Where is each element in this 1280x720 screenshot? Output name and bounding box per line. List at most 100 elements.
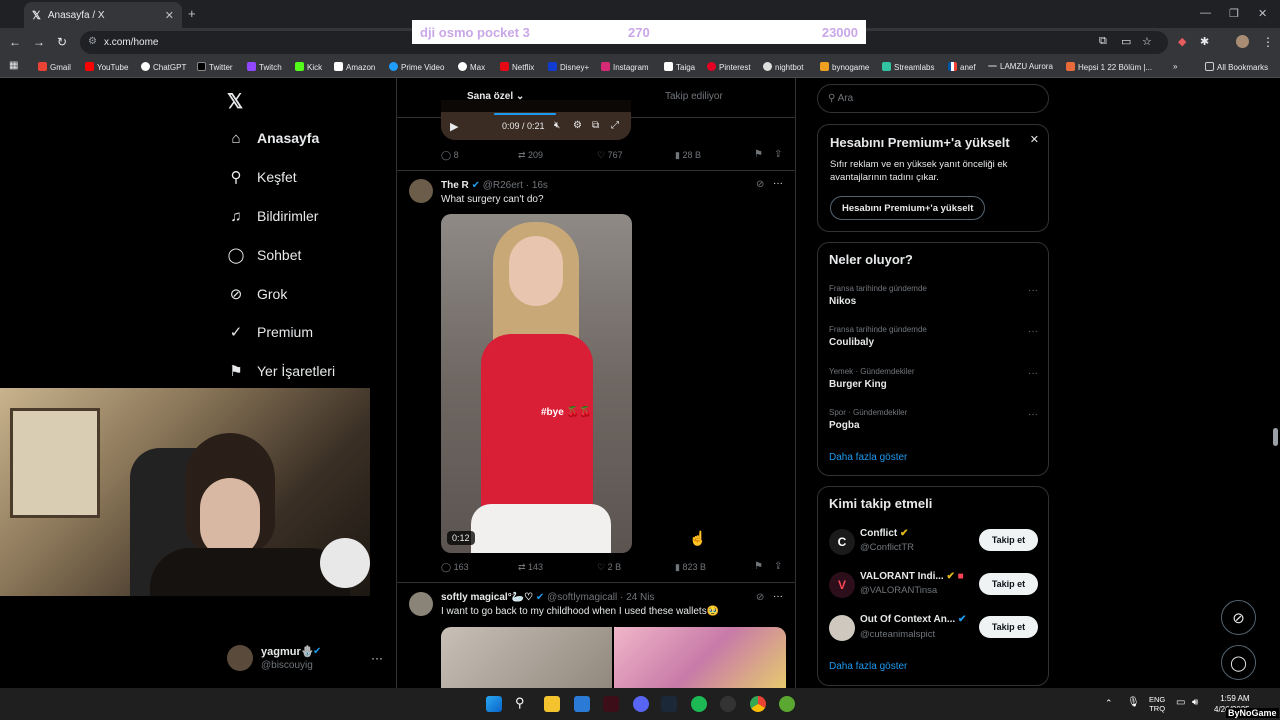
bookmark-netflix[interactable]: Netflix [500, 62, 534, 72]
prev-reply-button[interactable]: ◯ 8 [441, 150, 459, 161]
follow-button[interactable]: Takip et [979, 529, 1038, 551]
trends-show-more-link[interactable]: Daha fazla göster [829, 452, 907, 463]
bookmark-hepsi[interactable]: Hepsi 1 22 Bölüm |... [1066, 62, 1152, 72]
tweet-time[interactable]: 16s [532, 180, 548, 191]
bookmark-chatgpt[interactable]: ChatGPT [141, 62, 186, 72]
search-icon[interactable]: ⚲ [515, 695, 531, 711]
start-icon[interactable] [486, 696, 502, 712]
tweet-avatar[interactable] [409, 179, 433, 203]
bookmark-icon[interactable]: ⚑ [754, 561, 763, 572]
language-indicator[interactable]: ENG TRQ [1149, 695, 1165, 713]
grok-explain-icon[interactable]: ⊘ [756, 592, 764, 603]
follow-button[interactable]: Takip et [979, 573, 1038, 595]
browser-tab[interactable]: 𝕏 Anasayfa / X ✕ [24, 2, 182, 28]
follow-name[interactable]: VALORANT Indi... ✔ ■ [860, 571, 964, 582]
obs-icon[interactable] [720, 696, 736, 712]
tab-following[interactable]: Takip ediliyor [665, 91, 723, 102]
bookmark-max[interactable]: Max [458, 62, 485, 72]
all-bookmarks[interactable]: All Bookmarks [1205, 62, 1268, 72]
animals-avatar[interactable] [829, 615, 855, 641]
follow-name[interactable]: Conflict ✔ [860, 528, 908, 539]
reload-icon[interactable]: ↻ [57, 35, 67, 49]
mute-icon[interactable]: 🔇︎ [554, 120, 560, 131]
user-name[interactable]: yagmur🪬 [261, 645, 314, 658]
repost-button[interactable]: ⇄ 143 [518, 562, 543, 573]
tab-for-you[interactable]: Sana özel ⌄ [467, 91, 524, 102]
prev-share-icon[interactable]: ⇪ [774, 149, 782, 160]
forward-icon[interactable]: → [33, 35, 45, 49]
nav-notifications[interactable]: ♫ Bildirimler [227, 204, 318, 228]
follow-show-more-link[interactable]: Daha fazla göster [829, 661, 907, 672]
trend-name[interactable]: Pogba [829, 420, 860, 431]
prev-like-button[interactable]: ♡ 767 [597, 150, 623, 161]
profile-avatar[interactable] [1236, 35, 1249, 48]
outlook-icon[interactable] [574, 696, 590, 712]
bookmark-pinterest[interactable]: Pinterest [707, 62, 751, 72]
tweet-image-1[interactable] [441, 627, 612, 688]
play-icon[interactable]: ▶ [450, 120, 458, 133]
bookmark-youtube[interactable]: YouTube [85, 62, 128, 72]
follow-name[interactable]: Out Of Context An... ✔ [860, 614, 966, 625]
tweet-more-icon[interactable]: ··· [773, 178, 783, 189]
bookmark-lamzu[interactable]: LAMZU Aurora [988, 62, 1053, 71]
trend-name[interactable]: Coulibaly [829, 337, 874, 348]
pip-icon[interactable]: ⧉ [592, 120, 599, 131]
bookmark-amazon[interactable]: Amazon [334, 62, 375, 72]
maximize-icon[interactable]: ❐ [1229, 7, 1239, 20]
bookmark-twitter[interactable]: Twitter [197, 62, 233, 72]
tweet-avatar[interactable] [409, 592, 433, 616]
share-icon[interactable]: ⇪ [774, 561, 782, 572]
minimize-icon[interactable]: — [1200, 7, 1211, 19]
bookmark-instagram[interactable]: Instagram [601, 62, 649, 72]
tweet-author-name[interactable]: The R [441, 180, 469, 191]
new-tab-icon[interactable]: + [188, 6, 196, 21]
nav-premium[interactable]: ✓ Premium [227, 320, 313, 344]
bookmark-anef[interactable]: anef [948, 62, 976, 72]
valorant-avatar[interactable]: V [829, 572, 855, 598]
prev-bookmark-icon[interactable]: ⚑ [754, 149, 763, 160]
messages-fab-icon[interactable]: ◯ [1221, 645, 1256, 680]
bookmark-taiga[interactable]: Taiga [664, 62, 695, 72]
user-avatar[interactable] [227, 645, 253, 671]
trend-more-icon[interactable]: ··· [1028, 326, 1038, 337]
fullscreen-icon[interactable]: ⤢ [611, 120, 619, 131]
nav-explore[interactable]: ⚲ Keşfet [227, 165, 297, 189]
close-window-icon[interactable]: ✕ [1258, 7, 1267, 20]
bookmark-twitch[interactable]: Twitch [247, 62, 282, 72]
account-more-icon[interactable]: ··· [371, 651, 383, 665]
apps-icon[interactable]: ▦ [9, 60, 18, 71]
like-button[interactable]: ♡ 2 B [597, 562, 621, 573]
settings-icon[interactable]: ⚙ [573, 120, 582, 131]
bookmark-streamlabs[interactable]: Streamlabs [882, 62, 934, 72]
x-logo-icon[interactable]: 𝕏 [227, 89, 243, 114]
app-icon[interactable] [779, 696, 795, 712]
search-input[interactable]: ⚲ Ara [817, 84, 1049, 113]
tweet-video[interactable]: #bye 🍒🍒 0:12 [441, 214, 632, 553]
steam-icon[interactable] [661, 696, 677, 712]
tweet-image-2[interactable] [614, 627, 786, 688]
bookmarks-overflow-icon[interactable]: » [1173, 62, 1177, 71]
nav-home[interactable]: ⌂ Anasayfa [227, 126, 319, 150]
close-tab-icon[interactable]: ✕ [165, 9, 174, 22]
trend-more-icon[interactable]: ··· [1028, 368, 1038, 379]
trend-more-icon[interactable]: ··· [1028, 285, 1038, 296]
tweet-author-handle[interactable]: @softlymagicall [547, 592, 617, 603]
translate-icon[interactable]: ⧉ [1099, 35, 1107, 48]
nav-bookmarks[interactable]: ⚑ Yer İşaretleri [227, 359, 335, 383]
reply-button[interactable]: ◯ 163 [441, 562, 469, 573]
tweet-more-icon[interactable]: ··· [773, 591, 783, 602]
follow-button[interactable]: Takip et [979, 616, 1038, 638]
tray-chevron-icon[interactable]: ⌃ [1105, 698, 1113, 709]
volume-icon[interactable]: 🔊︎ [1192, 697, 1198, 708]
bookmark-disney[interactable]: Disney+ [548, 62, 589, 72]
premium-upgrade-button[interactable]: Hesabını Premium+'a yükselt [830, 196, 986, 220]
file-explorer-icon[interactable] [544, 696, 560, 712]
bookmark-bynogame[interactable]: bynogame [820, 62, 869, 72]
close-icon[interactable]: ✕ [1030, 133, 1039, 146]
bookmark-gmail[interactable]: Gmail [38, 62, 71, 72]
star-icon[interactable]: ☆ [1142, 35, 1152, 48]
site-info-icon[interactable]: ⚙ [88, 36, 97, 47]
discord-icon[interactable] [633, 696, 649, 712]
menu-icon[interactable]: ⋮ [1262, 35, 1274, 49]
mic-icon[interactable]: 🎙︎ [1127, 697, 1140, 708]
